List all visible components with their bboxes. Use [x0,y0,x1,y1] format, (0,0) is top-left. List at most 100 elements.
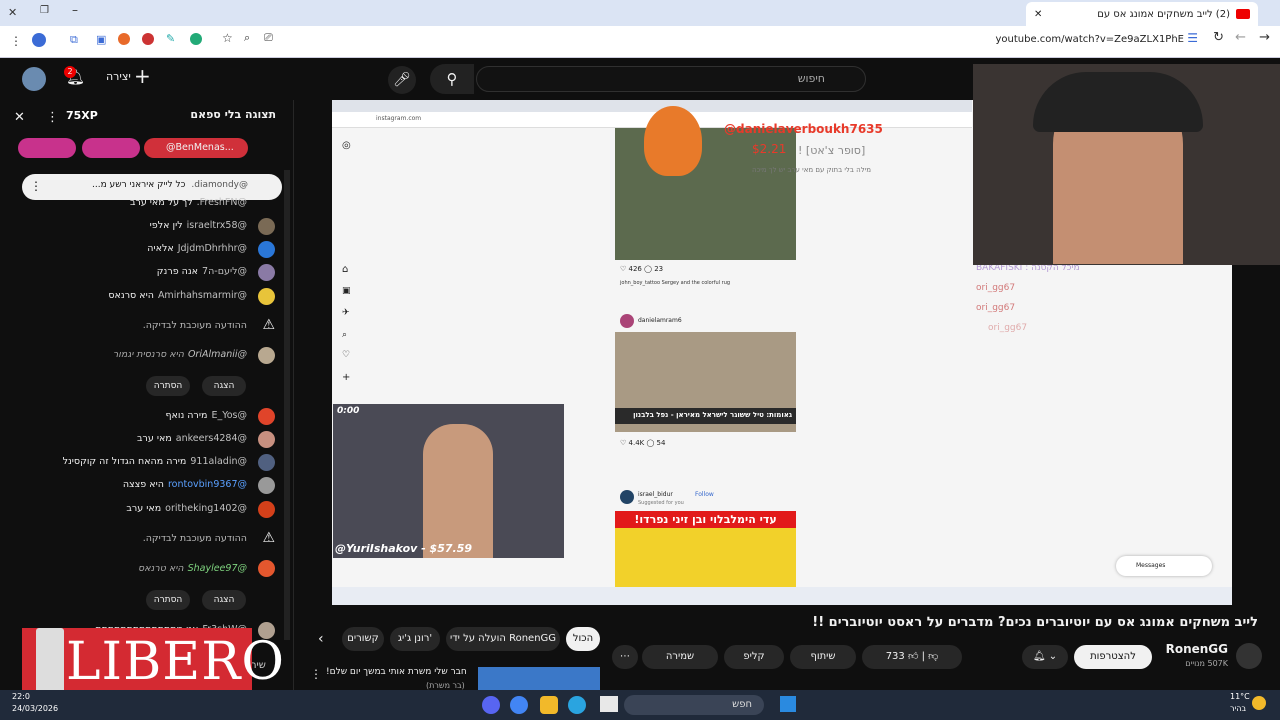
menu-dots-icon[interactable]: ⋮ [10,34,22,48]
chip-all[interactable]: הכול [566,627,600,651]
gift-chip[interactable] [18,138,76,158]
restore-icon[interactable]: ❐ [40,5,49,16]
hide-button[interactable]: הסתרה [146,590,190,610]
show-button[interactable]: הצגה [202,376,246,396]
live-chat-panel: ✕ ⋮ 75XP תצוגה בלי ספאם @BenMenas... @di… [0,100,294,690]
pinned-menu-icon[interactable]: ⋮ [30,179,42,193]
weather-temp: 11°C [1230,692,1250,701]
instagram-logo-icon: ◎ [342,140,351,151]
discord-icon[interactable] [482,696,500,714]
chip-uploaded[interactable]: הועלה על ידי RonenGG [446,627,560,651]
rec-menu-icon[interactable]: ⋮ [310,667,322,681]
zoom-icon[interactable]: ⌕ [244,31,250,45]
avatar [620,314,634,328]
create-label[interactable]: יצירה [106,70,131,83]
notifications-toggle[interactable]: 🔔︎ ⌄ [1022,645,1068,669]
extension-icon[interactable] [142,33,154,45]
gift-chip[interactable] [82,138,140,158]
chat-message: @911aladinמירה מהאח הגדול זה קוקסינל [62,456,247,467]
file-explorer-icon[interactable] [600,696,618,712]
bookmark-star-icon[interactable]: ☆ [222,31,233,45]
chat-title[interactable]: תצוגה בלי ספאם [180,108,276,121]
avatar [258,501,275,518]
channel-avatar[interactable] [1236,643,1262,669]
clip-button[interactable]: קליפ [724,645,784,669]
chat-menu-icon[interactable]: ⋮ [46,110,59,125]
channel-name[interactable]: RonenGG [1166,642,1228,656]
clock-time: 22:0 [12,692,30,701]
chip-ronen[interactable]: רונן ג'יג' [390,627,440,651]
extension-icon[interactable] [190,33,202,45]
avatar [258,560,275,577]
minimize-icon[interactable]: – [72,3,78,17]
avatar [258,218,275,235]
mic-icon[interactable]: 🎤︎ [388,66,416,94]
youtube-favicon-icon [1236,9,1250,19]
cast-icon[interactable]: ⎚ [264,31,273,45]
xp-label: 75XP [66,109,98,122]
avatar [258,347,275,364]
webcam-chat-line: ori_gg67 [988,323,1028,333]
telegram-icon[interactable] [568,696,586,714]
sponsor-brand: LIBERO [66,632,286,692]
pip-webcam: 0:00 @YuriIshakov - $57.59 [333,404,564,558]
post-likes: ♡ 426 ◯ 23 [620,265,664,273]
avatar [258,454,275,471]
app-icon[interactable] [540,696,558,714]
chat-message: @ankeers4284מאי ערב [137,433,247,444]
site-info-icon[interactable]: ☰ [1187,31,1198,45]
rec-thumbnail[interactable] [478,667,600,690]
hide-button[interactable]: הסתרה [146,376,190,396]
taskbar-search[interactable]: חפש [624,695,764,715]
messages-icon: ✈ [342,308,350,318]
user-chip[interactable]: @BenMenas... [144,138,248,158]
subscriber-count: 507K מנויים [1185,659,1228,668]
profile-icon[interactable] [32,33,46,47]
chrome-icon[interactable] [510,696,528,714]
join-button[interactable]: להצטרפות [1074,645,1152,669]
extension-icon[interactable] [118,33,130,45]
gossip-headline: עדי הימלבלוי ובן זיני נפרדו! [615,511,796,528]
chat-message: @Shaylee97היא טרנאס [138,563,247,574]
windows-taskbar: 22:0 24/03/2026 חפש 11°C בהיר [0,690,1280,720]
back-icon[interactable]: → [1259,30,1270,45]
post-caption: john_boy_tattoo Sergey and the colorful … [620,280,731,286]
held-message: ההודעה מעוכבת לבדיקה. [142,320,247,331]
chat-scrollbar[interactable] [284,170,290,640]
warning-icon: ⚠ [262,317,275,333]
extension-icon[interactable]: ✎ [166,32,175,45]
search-input[interactable]: חיפוש [476,66,866,92]
more-actions-icon[interactable]: ⋯ [612,645,638,669]
search-button-icon[interactable]: ⚲ [430,64,474,94]
chat-message: @rontovbin9367היא פצצה [122,479,247,490]
windows-start-icon[interactable] [780,696,796,712]
avatar [258,477,275,494]
extension-icon[interactable]: ▣ [96,33,106,46]
like-dislike-button[interactable]: 733 👍︎ | 👎︎ [862,645,962,669]
plus-icon[interactable]: + [134,64,151,88]
avatar[interactable] [22,67,46,91]
rec-title[interactable]: חבר שלי משרת אותי במשך יום שלם! [326,667,467,677]
save-button[interactable]: שמירה [642,645,718,669]
pinned-user: @diamondy. [191,180,248,190]
inner-taskbar [332,587,1232,605]
reload-icon[interactable]: ↻ [1213,30,1224,45]
clock-date: 24/03/2026 [12,704,59,713]
home-icon: ⌂ [342,264,349,275]
donation-user: @danielaverboukh7635 [724,122,883,136]
close-chat-icon[interactable]: ✕ [14,110,25,125]
avatar [620,490,634,504]
warning-icon: ⚠ [262,530,275,546]
chip-related[interactable]: קשורים [342,627,384,651]
chevron-left-icon[interactable]: ‹ [318,631,324,647]
close-window-icon[interactable]: ✕ [8,6,17,19]
share-button[interactable]: שיתוף [790,645,856,669]
browser-tab[interactable]: (2) לייב משחקים אמונג אס עם ✕ [1026,2,1258,26]
extension-icon[interactable]: ⧉ [70,33,78,47]
forward-icon[interactable]: ← [1235,30,1246,45]
pip-figure [423,424,493,558]
url-text[interactable]: youtube.com/watch?v=Ze9aZLX1PhE [995,34,1184,45]
chat-message: @OriAlmaniiהיא סרנסית יגמור [112,349,247,360]
tab-close-icon[interactable]: ✕ [1034,9,1042,20]
show-button[interactable]: הצגה [202,590,246,610]
